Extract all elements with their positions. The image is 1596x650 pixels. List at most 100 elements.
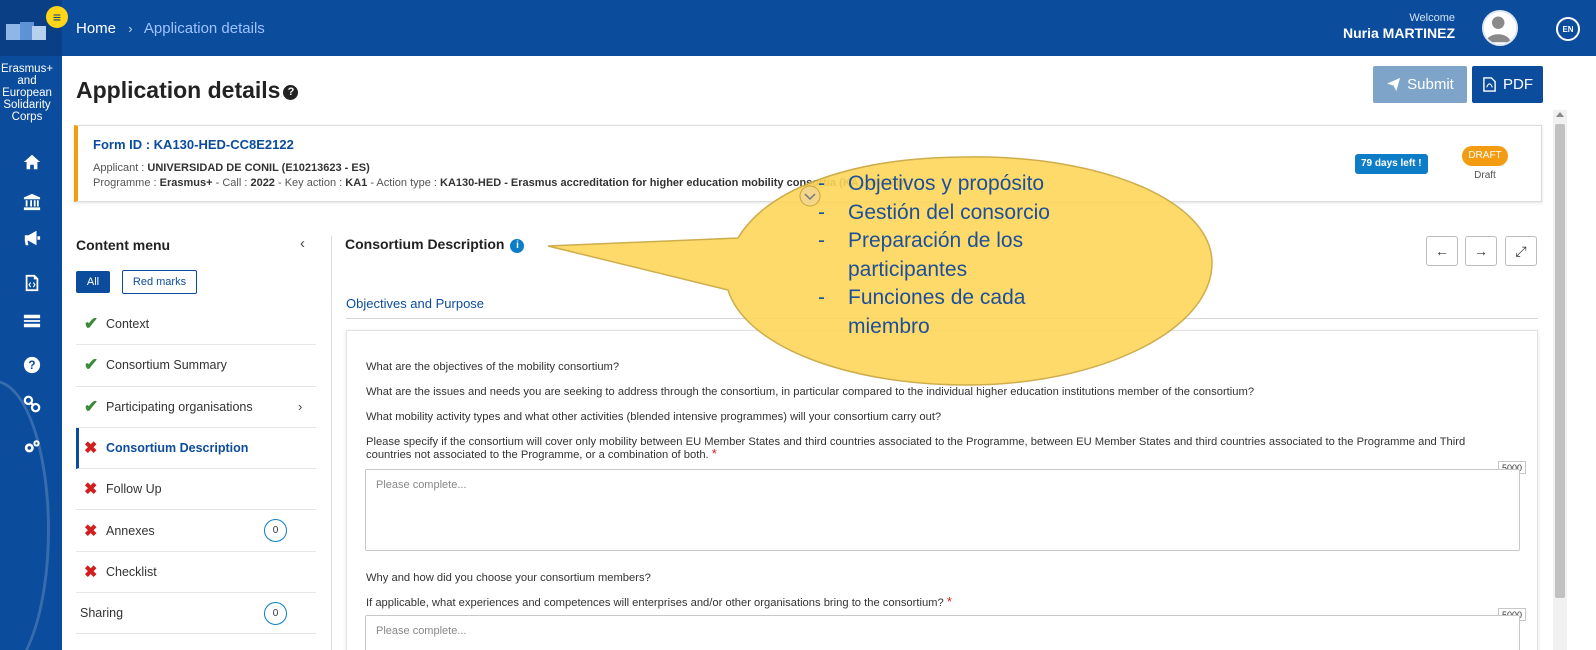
menu-item-follow-up[interactable]: ✖ Follow Up [76,469,316,511]
menu-toggle-icon[interactable]: ≡ [46,6,68,28]
pdf-label: PDF [1503,76,1533,93]
breadcrumb-home[interactable]: Home [76,20,116,37]
user-name[interactable]: Nuria MARTINEZ [1343,25,1455,41]
subsection-title: Objectives and Purpose [346,296,485,311]
action-type-prefix: - Action type : [367,177,441,189]
scroll-up-icon[interactable] [1556,112,1564,117]
menu-divider [331,236,332,650]
document-code-icon[interactable] [21,272,43,294]
program-name: Erasmus+ and European Solidarity Corps [0,63,54,123]
question-label: Please specify if the consortium will co… [366,436,1466,461]
programme-info: Programme : Erasmus+ - Call : 2022 - Key… [93,177,908,189]
scrollbar-thumb[interactable] [1555,124,1565,598]
applicant-prefix: Applicant : [93,162,148,174]
menu-item-checklist[interactable]: ✖ Checklist [76,552,316,594]
call-prefix: - Call : [212,177,251,189]
megaphone-icon[interactable] [21,227,43,249]
menu-item-sharing[interactable]: Sharing 0 [76,593,316,635]
info-icon[interactable]: i [510,239,525,253]
applicant-value: UNIVERSIDAD DE CONIL (E10213623 - ES) [147,162,370,174]
status-badge: DRAFT [1462,146,1508,166]
cross-icon: ✖ [84,481,98,499]
check-icon: ✔ [84,314,99,334]
menu-item-participating-organisations[interactable]: ✔ Participating organisations › [76,387,316,428]
count-badge: 0 [264,601,287,625]
home-icon[interactable] [21,151,43,173]
callout-item-text: Gestión del consorcio [848,200,1050,224]
menu-item-label: Checklist [106,564,157,579]
section-title: Consortium Description i [345,236,525,253]
side-navigation: ≡ Erasmus+ and European Solidarity Corps… [0,0,68,650]
callout-dash: - [818,200,825,224]
callout-item: - Gestión del consorcio [818,199,1078,228]
questions-panel: What are the objectives of the mobility … [346,330,1538,650]
required-mark: * [946,594,952,609]
page-scrollbar[interactable] [1553,110,1567,650]
check-icon: ✔ [84,355,99,375]
members-textarea[interactable]: Please complete... [365,615,1520,650]
breadcrumb-separator: › [128,21,133,36]
svg-text:?: ? [28,359,35,372]
programme-value: Erasmus+ [159,177,213,189]
submit-label: Submit [1407,76,1454,93]
question-text: Why and how did you choose your consorti… [366,572,651,584]
call-value: 2022 [250,177,275,189]
question-label: If applicable, what experiences and comp… [366,597,944,609]
menu-item-consortium-summary[interactable]: ✔ Consortium Summary [76,345,316,387]
menu-item-label: Consortium Summary [106,358,227,373]
key-action-value: KA1 [345,177,368,189]
objectives-textarea[interactable]: Please complete... [365,469,1520,551]
expand-button[interactable]: ⤢ [1505,236,1537,266]
callout-dash: - [818,172,825,195]
cross-icon: ✖ [84,522,98,540]
key-action-prefix: - Key action : [274,177,346,189]
section-title-text: Consortium Description [345,236,505,252]
callout-item: - Objetivos y propósito [818,170,1078,199]
question-text: What are the objectives of the mobility … [366,361,620,373]
form-id: Form ID : KA130-HED-CC8E2122 [93,137,294,152]
question-text: What are the issues and needs you are se… [366,386,1255,398]
question-circle-icon[interactable]: ? [283,85,299,100]
institution-icon[interactable] [21,191,43,213]
paper-plane-icon [1387,77,1401,92]
menu-item-label: Sharing [80,606,124,621]
content-menu-list: ✔ Context ✔ Consortium Summary ✔ Partici… [76,304,316,635]
callout-item-text: Objetivos y propósito [848,172,1045,195]
user-avatar-icon [1485,16,1511,43]
menu-item-label: Consortium Description [106,441,249,456]
menu-item-label: Follow Up [106,482,162,497]
breadcrumb: Home › Application details [76,20,265,37]
list-icon[interactable] [21,310,43,332]
question-text: Please specify if the consortium will co… [366,436,1496,461]
question-text: What mobility activity types and what ot… [366,411,942,423]
status-label: Draft [1474,170,1496,181]
pdf-button[interactable]: PDF [1472,66,1543,103]
arrow-left-icon: ← [1435,243,1449,259]
callout-item-text: Funciones de cada miembro [848,286,1026,338]
user-welcome: Welcome Nuria MARTINEZ [1343,12,1455,41]
callout-item: - Funciones de cada miembro [818,284,1078,341]
language-selector-icon[interactable]: EN [1556,17,1580,41]
chevron-right-icon[interactable]: › [298,399,302,414]
question-text: If applicable, what experiences and comp… [366,594,952,609]
help-icon[interactable]: ? [21,354,43,376]
welcome-text: Welcome [1409,12,1455,24]
expand-icon: ⤢ [1515,242,1527,259]
top-bar: Home › Application details Welcome Nuria… [62,0,1596,56]
menu-item-context[interactable]: ✔ Context [76,304,316,346]
callout-dash: - [818,229,825,252]
submit-button[interactable]: Submit [1373,66,1467,103]
collapse-menu-icon[interactable]: ‹ [300,235,305,252]
next-section-button[interactable]: → [1465,236,1497,266]
menu-item-annexes[interactable]: ✖ Annexes 0 [76,510,316,552]
avatar[interactable] [1482,10,1518,46]
eu-flag-logo [6,22,46,40]
menu-item-consortium-description[interactable]: ✖ Consortium Description [76,427,316,470]
callout-dash: - [818,286,825,309]
filter-red-marks-button[interactable]: Red marks [122,270,197,294]
filter-all-button[interactable]: All [76,271,110,293]
required-mark: * [711,446,717,461]
programme-prefix: Programme : [93,177,160,189]
previous-section-button[interactable]: ← [1426,236,1458,266]
count-badge: 0 [264,519,287,543]
